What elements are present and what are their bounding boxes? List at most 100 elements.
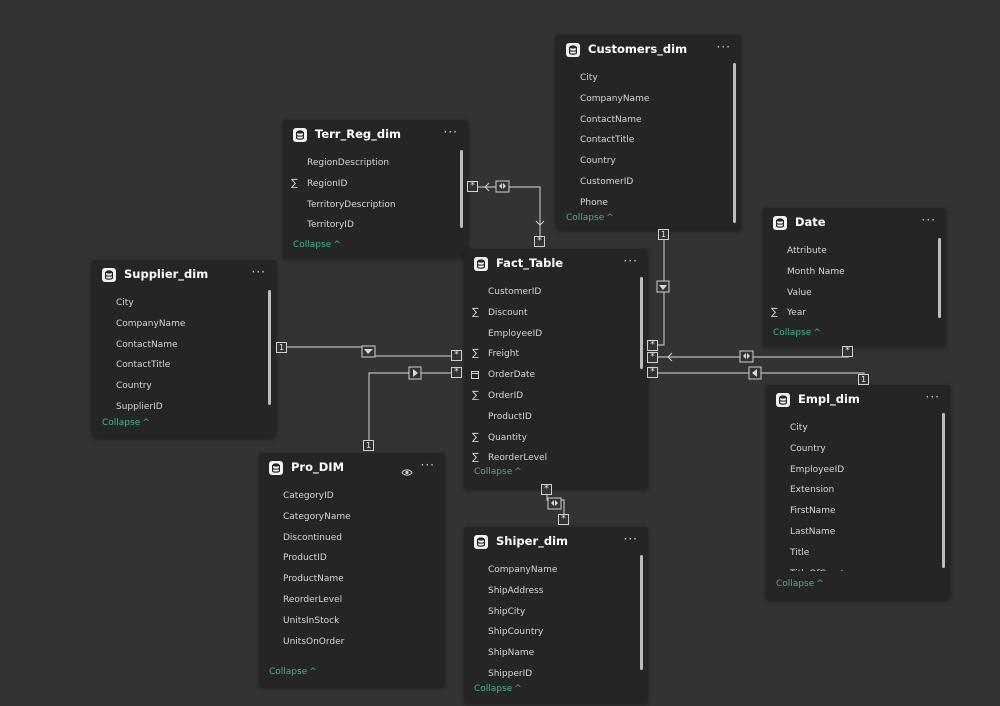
- calendar-icon: [471, 371, 479, 380]
- table-card-prod[interactable]: Pro_DIM ··· CategoryID CategoryName Disconti…: [259, 453, 445, 687]
- table-card-customers[interactable]: Customers_dim ··· City CompanyName ContactNa…: [556, 35, 741, 230]
- scrollbar[interactable]: [268, 290, 271, 405]
- field-row[interactable]: ∑ Quantity: [464, 428, 634, 449]
- field-name: ShipCity: [488, 606, 526, 617]
- field-row[interactable]: UnitsInStock: [259, 611, 431, 632]
- field-row[interactable]: ReorderLevel: [259, 590, 431, 611]
- field-row[interactable]: ProductName: [259, 569, 431, 590]
- chevron-up-icon: ^: [514, 467, 522, 477]
- field-row[interactable]: CompanyName: [92, 314, 262, 335]
- field-row[interactable]: City: [766, 418, 936, 439]
- field-row[interactable]: ∑ Freight: [464, 344, 634, 365]
- field-row[interactable]: ShipName: [464, 643, 634, 664]
- more-options-icon[interactable]: ···: [922, 213, 936, 227]
- field-row[interactable]: CompanyName: [556, 89, 727, 110]
- field-row[interactable]: ShipAddress: [464, 581, 634, 602]
- collapse-button[interactable]: Collapse ^: [776, 579, 824, 589]
- field-row[interactable]: CategoryName: [259, 507, 431, 528]
- more-options-icon[interactable]: ···: [717, 40, 731, 54]
- collapse-button[interactable]: Collapse ^: [474, 684, 522, 694]
- table-header[interactable]: Shiper_dim ···: [464, 527, 648, 557]
- field-row[interactable]: ProductID: [259, 548, 431, 569]
- field-row[interactable]: ContactTitle: [556, 130, 727, 151]
- field-row[interactable]: Country: [92, 376, 262, 397]
- scrollbar[interactable]: [640, 277, 643, 369]
- table-card-date[interactable]: Date ··· Attribute Month Name Value ∑ Year Coll…: [763, 208, 946, 346]
- table-card-terr[interactable]: Terr_Reg_dim ··· RegionDescription ∑ RegionI…: [283, 120, 468, 258]
- field-row[interactable]: ProductID: [464, 407, 634, 428]
- collapse-button[interactable]: Collapse ^: [269, 667, 317, 677]
- scrollbar[interactable]: [733, 63, 736, 223]
- more-options-icon[interactable]: ···: [421, 458, 435, 472]
- field-row[interactable]: ContactName: [556, 110, 727, 131]
- field-row[interactable]: CompanyName: [464, 560, 634, 581]
- field-row[interactable]: City: [92, 293, 262, 314]
- field-name: Title: [790, 547, 810, 558]
- table-header[interactable]: Supplier_dim ···: [92, 260, 276, 290]
- field-row[interactable]: TitleOfCourtesy: [766, 564, 936, 571]
- table-header[interactable]: Date ···: [763, 208, 946, 238]
- field-row[interactable]: ShipCountry: [464, 622, 634, 643]
- field-row[interactable]: EmployeeID: [464, 324, 634, 345]
- table-title: Fact_Table: [496, 256, 564, 270]
- table-card-fact[interactable]: Fact_Table ··· CustomerID ∑ Discount Employee…: [464, 249, 648, 489]
- field-row[interactable]: ∑ OrderID: [464, 386, 634, 407]
- field-row[interactable]: FirstName: [766, 501, 936, 522]
- field-row[interactable]: OrderDate: [464, 365, 634, 386]
- field-row[interactable]: ∑ RegionID: [283, 174, 454, 195]
- field-row[interactable]: ∑ Discount: [464, 303, 634, 324]
- field-row[interactable]: UnitsOnOrder: [259, 632, 431, 653]
- table-card-shipper[interactable]: Shiper_dim ··· CompanyName ShipAddress ShipC…: [464, 527, 648, 703]
- field-row[interactable]: ContactName: [92, 335, 262, 356]
- table-icon: [474, 257, 488, 271]
- field-row[interactable]: ∑ Year: [763, 303, 932, 324]
- field-row[interactable]: Phone: [556, 193, 727, 214]
- field-row[interactable]: Attribute: [763, 241, 932, 262]
- scrollbar[interactable]: [460, 150, 463, 228]
- scrollbar[interactable]: [938, 238, 941, 318]
- field-row[interactable]: CustomerID: [556, 172, 727, 193]
- field-row[interactable]: ShipCity: [464, 602, 634, 623]
- collapse-button[interactable]: Collapse ^: [474, 467, 522, 477]
- field-row[interactable]: CustomerID: [464, 282, 634, 303]
- field-row[interactable]: Country: [556, 151, 727, 172]
- field-row[interactable]: SupplierID: [92, 397, 262, 418]
- table-header[interactable]: Terr_Reg_dim ···: [283, 120, 468, 150]
- field-row[interactable]: ContactTitle: [92, 355, 262, 376]
- table-header[interactable]: Fact_Table ···: [464, 249, 648, 279]
- scrollbar[interactable]: [942, 413, 945, 568]
- table-card-supplier[interactable]: Supplier_dim ··· City CompanyName ContactNam…: [92, 260, 276, 438]
- table-header[interactable]: Pro_DIM ···: [259, 453, 445, 483]
- table-card-empl[interactable]: Empl_dim ··· City Country EmployeeID Extensio…: [766, 385, 950, 600]
- field-row[interactable]: Value: [763, 283, 932, 304]
- more-options-icon[interactable]: ···: [624, 254, 638, 268]
- more-options-icon[interactable]: ···: [252, 265, 266, 279]
- table-header[interactable]: Empl_dim ···: [766, 385, 950, 415]
- field-row[interactable]: TerritoryID: [283, 215, 454, 236]
- more-options-icon[interactable]: ···: [926, 390, 940, 404]
- table-header[interactable]: Customers_dim ···: [556, 35, 741, 65]
- field-row[interactable]: LastName: [766, 522, 936, 543]
- field-name: Freight: [488, 349, 520, 360]
- collapse-button[interactable]: Collapse ^: [293, 240, 341, 250]
- scrollbar[interactable]: [640, 555, 643, 670]
- eye-icon[interactable]: [401, 462, 413, 481]
- field-name: LastName: [790, 526, 836, 537]
- field-row[interactable]: Country: [766, 439, 936, 460]
- field-row[interactable]: Discontinued: [259, 528, 431, 549]
- field-row[interactable]: Month Name: [763, 262, 932, 283]
- more-options-icon[interactable]: ···: [444, 125, 458, 139]
- field-row[interactable]: CategoryID: [259, 486, 431, 507]
- field-row[interactable]: City: [556, 68, 727, 89]
- field-row[interactable]: Title: [766, 543, 936, 564]
- collapse-button[interactable]: Collapse ^: [102, 418, 150, 428]
- field-row[interactable]: RegionDescription: [283, 153, 454, 174]
- field-row[interactable]: ShipperID: [464, 664, 634, 685]
- field-name: Country: [116, 381, 152, 392]
- collapse-button[interactable]: Collapse ^: [773, 328, 821, 338]
- field-row[interactable]: Extension: [766, 480, 936, 501]
- more-options-icon[interactable]: ···: [624, 532, 638, 546]
- field-row[interactable]: TerritoryDescription: [283, 195, 454, 216]
- collapse-button[interactable]: Collapse ^: [566, 213, 614, 223]
- field-row[interactable]: EmployeeID: [766, 460, 936, 481]
